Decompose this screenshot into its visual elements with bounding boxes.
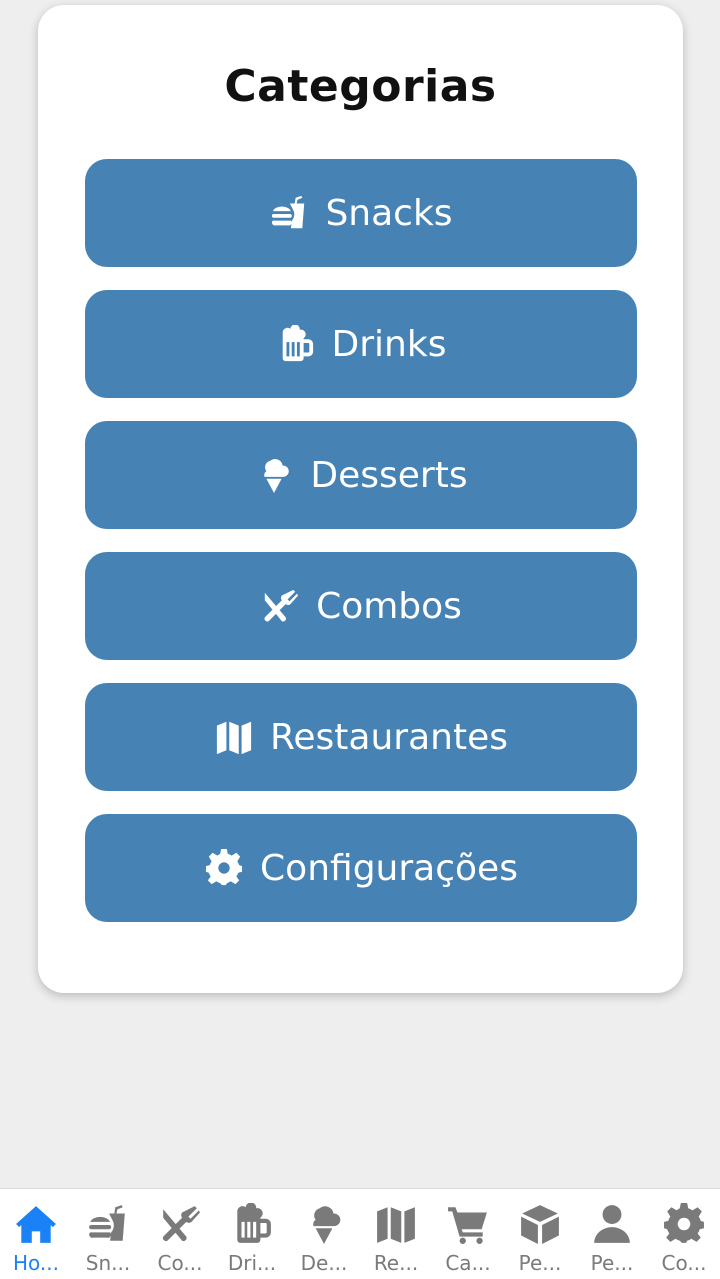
tab-label: Ca... xyxy=(445,1251,491,1275)
restaurantes-button-label: Restaurantes xyxy=(270,716,508,758)
map-icon xyxy=(214,717,254,757)
tab-label: Sn... xyxy=(85,1251,131,1275)
tab-combos[interactable]: Co... xyxy=(144,1189,216,1279)
bottom-tab-bar: Ho... Sn... Co... Dri... De... Re... Ca.… xyxy=(0,1188,720,1279)
ice-cream-icon xyxy=(301,1201,347,1247)
burger-soda-icon xyxy=(85,1201,131,1247)
ice-cream-icon xyxy=(254,455,294,495)
cart-icon xyxy=(445,1201,491,1247)
tab-restaurantes[interactable]: Re... xyxy=(360,1189,432,1279)
categories-card: Categorias Snacks Drinks Desserts Combos… xyxy=(38,5,683,993)
drinks-button[interactable]: Drinks xyxy=(85,290,637,398)
beer-mug-icon xyxy=(229,1201,275,1247)
beer-mug-icon xyxy=(276,324,316,364)
burger-soda-icon xyxy=(269,193,309,233)
user-icon xyxy=(589,1201,635,1247)
gear-icon xyxy=(661,1201,707,1247)
utensils-icon xyxy=(157,1201,203,1247)
tab-label: De... xyxy=(300,1251,348,1275)
snacks-button[interactable]: Snacks xyxy=(85,159,637,267)
gear-icon xyxy=(204,848,244,888)
snacks-button-label: Snacks xyxy=(325,192,453,234)
tab-label: Pe... xyxy=(590,1251,634,1275)
configuracoes-button-label: Configurações xyxy=(260,847,518,889)
tab-snacks[interactable]: Sn... xyxy=(72,1189,144,1279)
app-screen: Categorias Snacks Drinks Desserts Combos… xyxy=(0,0,720,1279)
combos-button[interactable]: Combos xyxy=(85,552,637,660)
restaurantes-button[interactable]: Restaurantes xyxy=(85,683,637,791)
map-icon xyxy=(373,1201,419,1247)
drinks-button-label: Drinks xyxy=(331,323,447,365)
tab-label: Co... xyxy=(157,1251,203,1275)
page-title: Categorias xyxy=(224,61,497,112)
combos-button-label: Combos xyxy=(316,585,462,627)
box-icon xyxy=(517,1201,563,1247)
configuracoes-button[interactable]: Configurações xyxy=(85,814,637,922)
tab-label: Dri... xyxy=(227,1251,277,1275)
desserts-button-label: Desserts xyxy=(310,454,468,496)
tab-profile[interactable]: Pe... xyxy=(576,1189,648,1279)
tab-settings[interactable]: Co... xyxy=(648,1189,720,1279)
tab-home[interactable]: Ho... xyxy=(0,1189,72,1279)
tab-label: Ho... xyxy=(13,1251,59,1275)
home-icon xyxy=(13,1201,59,1247)
tab-desserts[interactable]: De... xyxy=(288,1189,360,1279)
tab-drinks[interactable]: Dri... xyxy=(216,1189,288,1279)
desserts-button[interactable]: Desserts xyxy=(85,421,637,529)
tab-label: Re... xyxy=(373,1251,419,1275)
tab-cart[interactable]: Ca... xyxy=(432,1189,504,1279)
tab-orders[interactable]: Pe... xyxy=(504,1189,576,1279)
tab-label: Pe... xyxy=(518,1251,562,1275)
tab-label: Co... xyxy=(661,1251,707,1275)
utensils-icon xyxy=(260,586,300,626)
